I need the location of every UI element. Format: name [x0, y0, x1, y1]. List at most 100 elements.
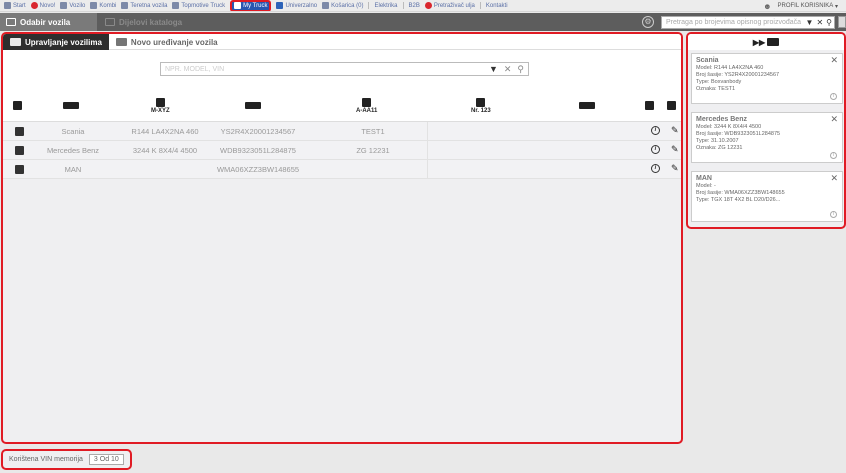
card-title: Scania [696, 57, 719, 64]
nav-kombi[interactable]: Kombi [90, 2, 116, 9]
chevron-down-icon[interactable]: ▼ [806, 18, 814, 27]
cart-icon [322, 2, 330, 9]
card-line: Type: TGX 18T 4X2 BL D20/D26... [696, 197, 781, 203]
edit-icon[interactable]: ✎ [671, 144, 679, 155]
tab-odabir-vozila[interactable]: Odabir vozila [0, 13, 97, 31]
vehicle-card[interactable]: ✕ MAN Model: - Broj šasije: WMA06XZZ3BW1… [691, 171, 843, 222]
col-plate-header[interactable]: A-AA11 [356, 98, 377, 114]
vehicle-card[interactable]: ✕ Mercedes Benz Model: 3244 K 8X4/4 4500… [691, 112, 843, 163]
nav-start[interactable]: Start [4, 2, 26, 9]
nav-vozilo[interactable]: Vozilo [60, 2, 85, 9]
clear-icon[interactable]: ✕ [816, 18, 823, 27]
vin-memory-value: 3 Od 10 [88, 454, 124, 465]
nav-my-truck[interactable]: My Truck [230, 0, 272, 11]
vin-memory-label: Korištena VIN memorija [9, 456, 83, 463]
nav-topmotive-truck[interactable]: Topmotive Truck [172, 2, 225, 9]
truck-select-icon [6, 18, 16, 26]
card-line: Model: - [696, 183, 716, 189]
settings-gear-icon[interactable]: ⚙ [642, 16, 654, 28]
table-row[interactable]: Mercedes Benz 3244 K 8X4/4 4500 WDB93230… [3, 141, 681, 160]
vehicle-search-input[interactable]: NPR. MODEL, VIN ▼ ✕ ⚲ [160, 62, 529, 76]
edit-icon[interactable]: ✎ [671, 163, 679, 174]
nav-kontakti[interactable]: Kontakti [486, 3, 508, 9]
vehicle-list-icon [10, 38, 21, 46]
vehicle-toolbar: Odabir vozila Dijelovi kataloga ⚙ Pretra… [0, 13, 846, 31]
column-divider [427, 141, 428, 160]
info-icon[interactable]: i [830, 152, 837, 159]
tab-novo-uredivanje-vozila[interactable]: Novo uređivanje vozila [109, 34, 225, 50]
row-plate [323, 160, 423, 179]
row-model [115, 160, 215, 179]
card-line: Type: 31.10.2007 [696, 138, 739, 144]
oil-icon [424, 2, 432, 9]
row-model: 3244 K 8X4/4 4500 [132, 146, 198, 155]
card-line: Broj šasije: YS2R4X20001234567 [696, 72, 780, 78]
col-details-header[interactable] [645, 98, 654, 114]
nav-teretna-vozila[interactable]: Teretna vozila [121, 2, 167, 9]
nav-b2b[interactable]: B2B [409, 3, 420, 9]
tab-dijelovi-kataloga[interactable]: Dijelovi kataloga [105, 13, 182, 31]
row-brand: Scania [61, 127, 85, 136]
vehicle-search-row: NPR. MODEL, VIN ▼ ✕ ⚲ [3, 50, 681, 90]
home-icon [4, 2, 11, 9]
info-icon[interactable]: i [651, 126, 660, 135]
truck-icon [172, 2, 180, 9]
vin-memory-indicator: Korištena VIN memorija 3 Od 10 [1, 449, 132, 470]
info-icon[interactable]: i [651, 145, 660, 154]
vehicle-edit-icon [115, 38, 127, 46]
info-icon[interactable]: i [830, 211, 837, 218]
col-model-header[interactable]: M-XYZ [151, 98, 170, 114]
row-brand: MAN [64, 165, 82, 174]
card-line: Oznaka: TEST1 [696, 86, 736, 92]
info-icon[interactable]: i [830, 93, 837, 100]
column-divider [427, 160, 428, 179]
selected-vehicles-header: ▶▶ [688, 34, 844, 50]
row-model: R144 LA4X2NA 460 [131, 127, 199, 136]
vin-icon [245, 102, 261, 109]
panel-tabs: Upravljanje vozilima Novo uređivanje voz… [3, 34, 681, 50]
selected-vehicles-panel: ▶▶ ✕ Scania Model: R144 LA4X2NA 460 Broj… [686, 32, 846, 229]
truck-settings-icon [667, 101, 676, 110]
col-type-header[interactable] [13, 98, 22, 114]
card-line: Type: Boxvanbody [696, 79, 742, 85]
vehicle-type-icon [15, 146, 24, 155]
toolbar-extra-button[interactable] [838, 16, 846, 28]
fast-forward-icon[interactable]: ▶▶ [753, 38, 765, 47]
vehicle-management-panel: Upravljanje vozilima Novo uređivanje voz… [1, 32, 683, 444]
nav-divider [368, 2, 370, 9]
col-number-header[interactable]: Nr. 123 [471, 98, 491, 114]
card-line: Model: R144 LA4X2NA 460 [696, 65, 764, 71]
edit-icon[interactable]: ✎ [671, 125, 679, 136]
car-icon [60, 2, 68, 9]
row-plate: ZG 12231 [356, 146, 390, 155]
close-icon[interactable]: ✕ [830, 173, 838, 184]
col-owner-header[interactable] [579, 98, 595, 114]
chevron-down-icon[interactable]: ▼ [489, 64, 498, 74]
profile-menu[interactable]: ☻ PROFIL KORISNIKA ▾ [763, 0, 838, 11]
search-icon[interactable]: ⚲ [826, 18, 832, 27]
col-vin-header[interactable] [245, 98, 261, 114]
col-actions-header[interactable] [667, 98, 676, 114]
nav-elektrika[interactable]: Elektrika [374, 3, 397, 9]
part-number-search-input[interactable]: Pretraga po brojevima opisnog proizvođač… [661, 16, 835, 29]
info-icon[interactable]: i [651, 164, 660, 173]
tab-upravljanje-vozilima[interactable]: Upravljanje vozilima [3, 34, 109, 50]
nav-novo[interactable]: Novo! [30, 2, 55, 9]
clear-icon[interactable]: ✕ [504, 64, 512, 75]
close-icon[interactable]: ✕ [830, 114, 838, 125]
card-title: MAN [696, 175, 712, 182]
table-row[interactable]: Scania R144 LA4X2NA 460 YS2R4X2000123456… [3, 122, 681, 141]
vehicle-card[interactable]: ✕ Scania Model: R144 LA4X2NA 460 Broj ša… [691, 53, 843, 104]
universal-icon [276, 2, 284, 9]
col-brand-header[interactable] [63, 98, 79, 114]
search-icon[interactable]: ⚲ [517, 64, 524, 75]
nav-kosarica[interactable]: Košarica (0) [322, 2, 363, 9]
mytruck-icon [234, 2, 242, 9]
close-icon[interactable]: ✕ [830, 55, 838, 66]
nav-pretrazivac-ulja[interactable]: Pretraživač ulja [424, 2, 475, 9]
column-divider [427, 122, 428, 141]
nav-univerzalno[interactable]: Univerzalno [276, 2, 317, 9]
vehicle-type-icon [15, 127, 24, 136]
truck-icon [121, 2, 129, 9]
table-row[interactable]: MAN WMA06XZZ3BW148655 i ✎ [3, 160, 681, 179]
